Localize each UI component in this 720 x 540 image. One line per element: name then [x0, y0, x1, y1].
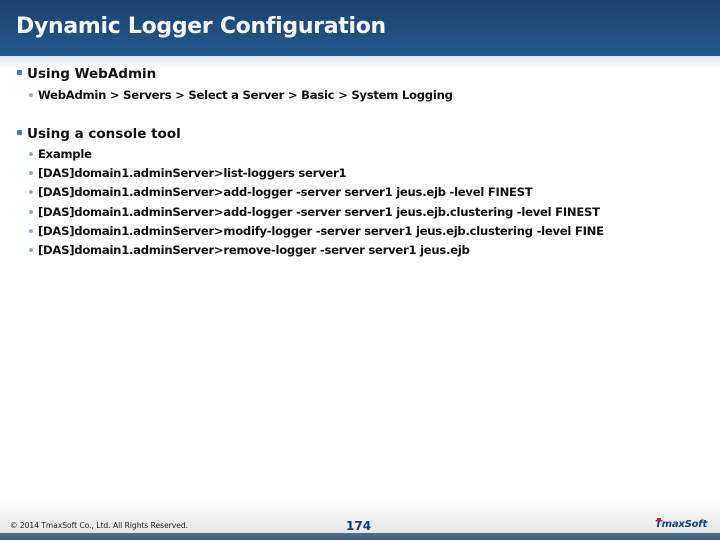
round-bullet-icon — [29, 190, 33, 194]
round-bullet-icon — [29, 210, 33, 214]
list-item-text: Example — [38, 147, 92, 161]
list-item: Example — [29, 147, 92, 161]
list-item-text: [DAS]domain1.adminServer>add-logger -ser… — [38, 205, 600, 219]
list-item-text: [DAS]domain1.adminServer>list-loggers se… — [38, 166, 347, 180]
list-item-text: [DAS]domain1.adminServer>remove-logger -… — [38, 243, 470, 257]
list-item: [DAS]domain1.adminServer>add-logger -ser… — [29, 205, 600, 219]
section-heading-console: Using a console tool — [17, 126, 181, 142]
page-number: 174 — [346, 519, 372, 533]
list-item: [DAS]domain1.adminServer>list-loggers se… — [29, 166, 347, 180]
round-bullet-icon — [29, 171, 33, 175]
round-bullet-icon — [29, 229, 33, 233]
list-item: [DAS]domain1.adminServer>add-logger -ser… — [29, 185, 533, 199]
section-heading-text: Using a console tool — [27, 126, 181, 142]
list-item: [DAS]domain1.adminServer>remove-logger -… — [29, 243, 470, 257]
title-bar: Dynamic Logger Configuration — [0, 0, 720, 56]
list-item-text: [DAS]domain1.adminServer>add-logger -ser… — [38, 185, 533, 199]
square-bullet-icon — [17, 70, 22, 75]
logo-text: TmaxSoft — [655, 519, 708, 530]
logo-accent-icon — [657, 518, 661, 521]
slide: Dynamic Logger Configuration Using WebAd… — [0, 0, 720, 540]
square-bullet-icon — [17, 130, 22, 135]
section-heading-text: Using WebAdmin — [27, 66, 157, 82]
section-heading-webadmin: Using WebAdmin — [17, 66, 156, 82]
footer-band — [0, 533, 720, 540]
list-item-text: [DAS]domain1.adminServer>modify-logger -… — [38, 224, 604, 238]
round-bullet-icon — [29, 248, 33, 252]
list-item: WebAdmin > Servers > Select a Server > B… — [29, 88, 453, 102]
slide-title: Dynamic Logger Configuration — [16, 14, 386, 39]
list-item: [DAS]domain1.adminServer>modify-logger -… — [29, 224, 604, 238]
round-bullet-icon — [29, 93, 33, 97]
list-item-text: WebAdmin > Servers > Select a Server > B… — [38, 88, 453, 102]
round-bullet-icon — [29, 152, 33, 156]
copyright-notice: © 2014 TmaxSoft Co., Ltd. All Rights Res… — [10, 521, 188, 530]
tmaxsoft-logo: TmaxSoft — [655, 518, 708, 530]
